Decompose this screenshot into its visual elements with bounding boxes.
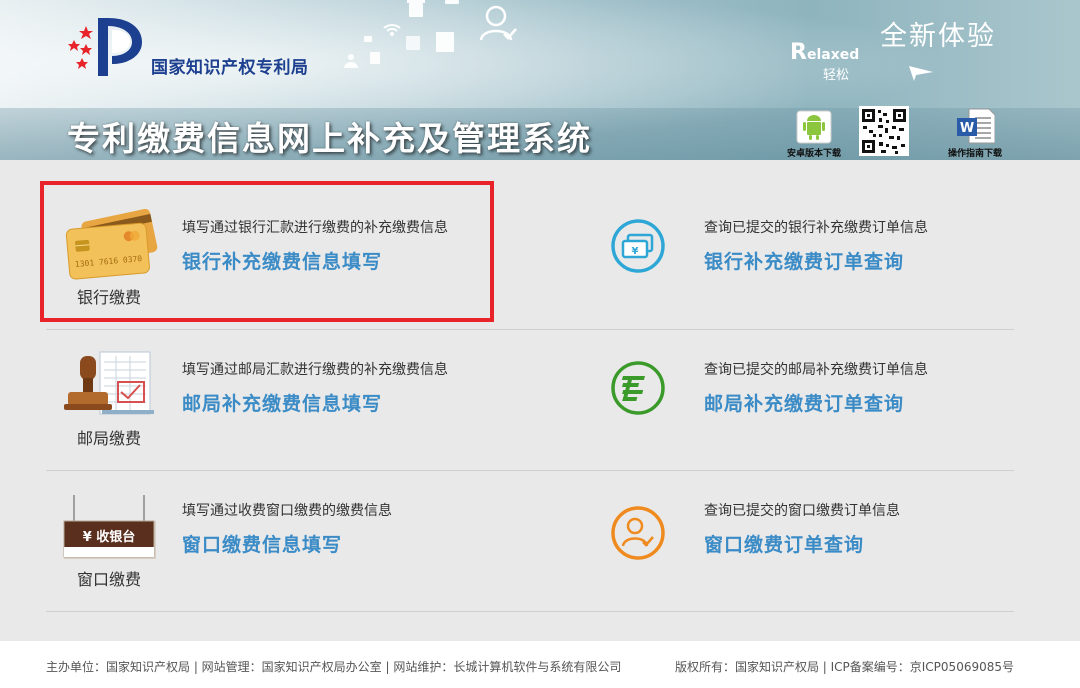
postal-order-icon[interactable]: [611, 361, 665, 415]
service-row-window: ¥ 收银台 窗口缴费 填写通过收费窗口缴费的缴费信息 窗口缴费信息填写 查询已提…: [46, 471, 1014, 612]
postal-query-link[interactable]: 邮局补充缴费订单查询: [704, 389, 904, 416]
footer: 主办单位：国家知识产权局 | 网站管理：国家知识产权局办公室 | 网站维护：长城…: [0, 641, 1080, 688]
window-fill-description: 填写通过收费窗口缴费的缴费信息: [182, 503, 392, 519]
cashier-sign-text: ¥ 收银台: [83, 529, 136, 545]
android-download-label: 安卓版本下载: [786, 149, 841, 159]
header-banner: 国家知识产权专利局 专利缴费信息网上补充及管理系统 全新体验 Relaxed 轻…: [0, 0, 1080, 160]
relaxed-initial: R: [790, 40, 807, 65]
relaxed-text: Relaxed: [790, 40, 859, 65]
window-query-link[interactable]: 窗口缴费订单查询: [704, 530, 864, 557]
guide-download-label: 操作指南下载: [947, 149, 1002, 159]
new-experience-text: 全新体验: [880, 21, 996, 52]
qr-code-icon[interactable]: [859, 106, 909, 156]
relaxed-rest: elaxed: [806, 47, 860, 63]
svg-text:¥: ¥: [632, 246, 639, 257]
bank-query-link[interactable]: 银行补充缴费订单查询: [704, 247, 904, 274]
window-fill-link[interactable]: 窗口缴费信息填写: [182, 530, 342, 557]
postal-fill-link[interactable]: 邮局补充缴费信息填写: [182, 389, 382, 416]
cashier-sign-icon[interactable]: ¥ 收银台: [60, 495, 158, 565]
row-divider: [46, 611, 1014, 612]
paper-plane-icon: [909, 66, 933, 81]
postal-query-description: 查询已提交的邮局补充缴费订单信息: [704, 362, 928, 378]
relaxed-cn-text: 轻松: [823, 68, 850, 83]
android-download-button[interactable]: 安卓版本下载: [784, 110, 844, 159]
page-title: 专利缴费信息网上补充及管理系统: [67, 119, 592, 158]
word-document-icon: W: [957, 108, 995, 144]
footer-right-text: 版权所有：国家知识产权局 | ICP备案编号：京ICP05069085号: [674, 660, 1014, 674]
guide-download-button[interactable]: W 操作指南下载: [942, 108, 1008, 159]
service-caption: 窗口缴费: [76, 570, 141, 589]
window-order-icon[interactable]: [611, 506, 665, 560]
postal-fill-description: 填写通过邮局汇款进行缴费的补充缴费信息: [182, 362, 448, 378]
svg-text:W: W: [960, 121, 974, 136]
bank-query-description: 查询已提交的银行补充缴费订单信息: [704, 220, 928, 236]
org-name: 国家知识产权专利局: [151, 58, 309, 78]
service-caption: 邮局缴费: [76, 429, 141, 448]
android-icon: [796, 110, 832, 144]
window-query-description: 查询已提交的窗口缴费订单信息: [704, 503, 900, 519]
bank-order-icon[interactable]: ¥: [611, 219, 665, 273]
cnipa-logo-icon[interactable]: [66, 12, 161, 82]
highlight-box: [40, 181, 494, 322]
postal-stamp-icon[interactable]: [58, 348, 158, 426]
user-check-icon: [479, 5, 517, 41]
service-row-postal: 邮局缴费 填写通过邮局汇款进行缴费的补充缴费信息 邮局补充缴费信息填写 查询已提…: [46, 330, 1014, 471]
footer-left-text: 主办单位：国家知识产权局 | 网站管理：国家知识产权局办公室 | 网站维护：长城…: [46, 660, 622, 674]
